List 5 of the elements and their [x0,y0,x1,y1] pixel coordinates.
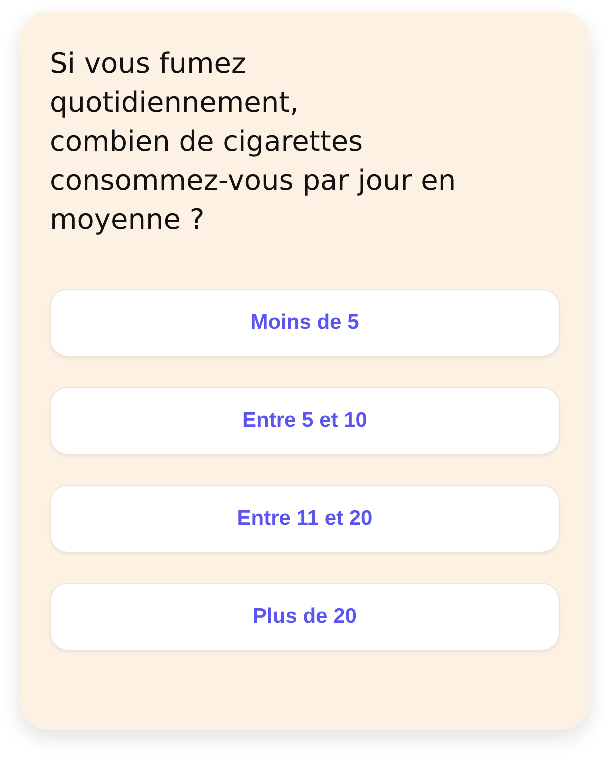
question-text: Si vous fumez quotidiennement, combien de cigarettes consommez-vous par jour en moyenne ? [50,46,458,238]
answer-button[interactable]: Entre 5 et 10 [50,387,560,455]
answer-button[interactable]: Plus de 20 [50,583,560,651]
answer-button[interactable]: Entre 11 et 20 [50,485,560,553]
answer-button[interactable]: Moins de 5 [50,289,560,357]
